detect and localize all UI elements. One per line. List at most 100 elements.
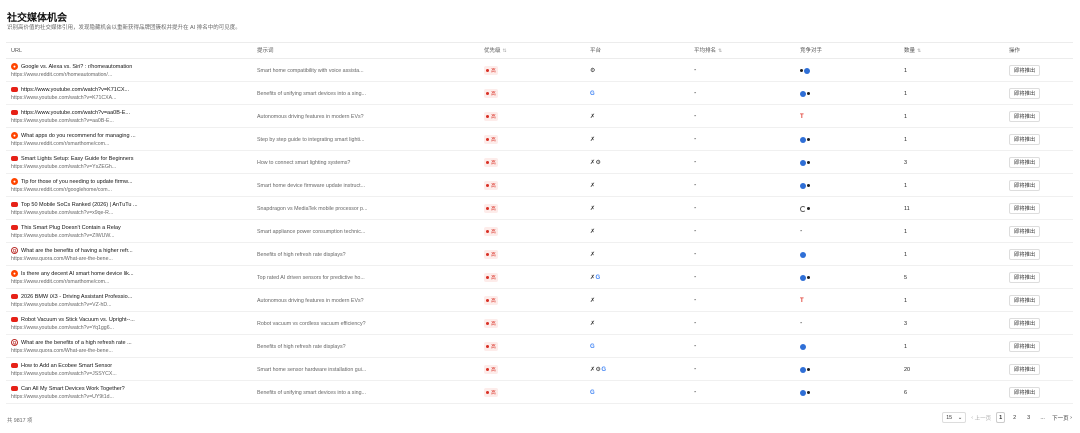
- url-cell[interactable]: ● Tip for those of you needing to update …: [11, 174, 251, 197]
- coming-soon-button[interactable]: 即将推出: [1009, 134, 1041, 145]
- table-row[interactable]: Robot Vacuum vs Stick Vacuum vs. Upright…: [6, 312, 1073, 335]
- table-row[interactable]: https://www.youtube.com/watch?v=aa0B-E..…: [6, 105, 1073, 128]
- table-row[interactable]: https://www.youtube.com/watch?v=K71CX...…: [6, 82, 1073, 105]
- coming-soon-button[interactable]: 即将推出: [1009, 88, 1041, 99]
- page-size-select[interactable]: 15 ⌄: [942, 412, 967, 423]
- coming-soon-button[interactable]: 即将推出: [1009, 295, 1041, 306]
- sort-icon[interactable]: ⇅: [917, 48, 921, 54]
- url-link[interactable]: https://www.youtube.com/watch?v=K71CXA..…: [11, 95, 116, 101]
- url-cell[interactable]: Top 50 Mobile SoCs Ranked (2026) | AnTuT…: [11, 197, 251, 220]
- coming-soon-button[interactable]: 即将推出: [1009, 341, 1041, 352]
- prev-page-button[interactable]: ‹ 上一页: [971, 412, 991, 423]
- url-cell[interactable]: https://www.youtube.com/watch?v=K71CX...…: [11, 82, 251, 105]
- count-cell: 1: [904, 174, 944, 197]
- page-button-2[interactable]: 2: [1010, 412, 1019, 423]
- count-cell: 6: [904, 381, 944, 404]
- url-title[interactable]: Tip for those of you needing to update f…: [21, 179, 132, 185]
- url-link[interactable]: https://www.reddit.com/r/smarthome/com..…: [11, 279, 109, 285]
- url-link[interactable]: https://www.youtube.com/watch?v=aa0B-E..…: [11, 118, 114, 124]
- url-link[interactable]: https://www.reddit.com/r/homeautomation/…: [11, 72, 112, 78]
- coming-soon-button[interactable]: 即将推出: [1009, 364, 1041, 375]
- url-cell[interactable]: ● What apps do you recommend for managing…: [11, 128, 251, 151]
- coming-soon-button[interactable]: 即将推出: [1009, 272, 1041, 283]
- url-cell[interactable]: https://www.youtube.com/watch?v=aa0B-E..…: [11, 105, 251, 128]
- priority-badge: 高: [484, 89, 498, 98]
- url-link[interactable]: https://www.reddit.com/r/googlehome/com.…: [11, 187, 112, 193]
- page-button-3[interactable]: 3: [1024, 412, 1033, 423]
- table-row[interactable]: ● Tip for those of you needing to update …: [6, 174, 1073, 197]
- url-link[interactable]: https://www.youtube.com/watch?v=UY9t1d..…: [11, 394, 114, 400]
- url-cell[interactable]: How to Add an Ecobee Smart Sensor https:/…: [11, 358, 251, 381]
- url-title[interactable]: https://www.youtube.com/watch?v=K71CX...: [21, 87, 129, 93]
- url-cell[interactable]: Q What are the benefits of a high refresh…: [11, 335, 251, 358]
- platform-cell: ✗: [590, 243, 650, 266]
- url-title[interactable]: What are the benefits of having a higher…: [21, 248, 133, 254]
- col-priority[interactable]: 优先级 ⇅: [484, 43, 507, 59]
- url-link[interactable]: https://www.youtube.com/watch?v=YsZEGh..…: [11, 164, 116, 170]
- url-link[interactable]: https://www.youtube.com/watch?v=Yq1gg6..…: [11, 325, 114, 331]
- coming-soon-button[interactable]: 即将推出: [1009, 226, 1041, 237]
- url-title[interactable]: Google vs. Alexa vs. Siri? : r/homeautom…: [21, 64, 132, 70]
- url-cell[interactable]: ● Google vs. Alexa vs. Siri? : r/homeauto…: [11, 59, 251, 82]
- sort-icon[interactable]: ⇅: [503, 48, 507, 54]
- priority-cell: 高: [484, 197, 544, 220]
- url-link[interactable]: https://www.quora.com/What-are-the-bene.…: [11, 348, 113, 354]
- table-row[interactable]: ● What apps do you recommend for managing…: [6, 128, 1073, 151]
- table-row[interactable]: ● Is there any decent AI smart home devic…: [6, 266, 1073, 289]
- url-link[interactable]: https://www.reddit.com/r/smarthome/com..…: [11, 141, 109, 147]
- url-cell[interactable]: Q What are the benefits of having a highe…: [11, 243, 251, 266]
- coming-soon-button[interactable]: 即将推出: [1009, 111, 1041, 122]
- url-title[interactable]: Is there any decent AI smart home device…: [21, 271, 134, 277]
- url-title[interactable]: Robot Vacuum vs Stick Vacuum vs. Upright…: [21, 317, 135, 323]
- table-row[interactable]: ● Google vs. Alexa vs. Siri? : r/homeauto…: [6, 59, 1073, 82]
- coming-soon-button[interactable]: 即将推出: [1009, 318, 1041, 329]
- url-link[interactable]: https://www.youtube.com/watch?v=VZ-hD...: [11, 302, 111, 308]
- url-title[interactable]: This Smart Plug Doesn't Contain a Relay: [21, 225, 121, 231]
- url-cell[interactable]: Robot Vacuum vs Stick Vacuum vs. Upright…: [11, 312, 251, 335]
- coming-soon-button[interactable]: 即将推出: [1009, 65, 1041, 76]
- url-link[interactable]: https://www.quora.com/What-are-the-bene.…: [11, 256, 113, 262]
- next-page-button[interactable]: 下一页 ›: [1052, 412, 1072, 423]
- url-title[interactable]: How to Add an Ecobee Smart Sensor: [21, 363, 112, 369]
- coming-soon-button[interactable]: 即将推出: [1009, 387, 1041, 398]
- coming-soon-button[interactable]: 即将推出: [1009, 203, 1041, 214]
- sort-icon[interactable]: ⇅: [718, 48, 722, 54]
- url-title[interactable]: What apps do you recommend for managing …: [21, 133, 136, 139]
- coming-soon-button[interactable]: 即将推出: [1009, 157, 1041, 168]
- url-cell[interactable]: Can All My Smart Devices Work Together? h…: [11, 381, 251, 404]
- coming-soon-button[interactable]: 即将推出: [1009, 249, 1041, 260]
- col-avg-rank[interactable]: 平均排名 ⇅: [694, 43, 722, 59]
- url-cell[interactable]: 2026 BMW iX3 - Driving Assistant Profess…: [11, 289, 251, 312]
- page-button-1[interactable]: 1: [996, 412, 1006, 423]
- url-cell[interactable]: ● Is there any decent AI smart home devic…: [11, 266, 251, 289]
- avg-rank: -: [694, 113, 697, 120]
- competitors-cell: T: [800, 105, 860, 128]
- url-cell[interactable]: Smart Lights Setup: Easy Guide for Begin…: [11, 151, 251, 174]
- url-cell[interactable]: This Smart Plug Doesn't Contain a Relay h…: [11, 220, 251, 243]
- url-link[interactable]: https://www.youtube.com/watch?v=ZIWUW...: [11, 233, 114, 239]
- table-row[interactable]: This Smart Plug Doesn't Contain a Relay h…: [6, 220, 1073, 243]
- url-link[interactable]: https://www.youtube.com/watch?v=x9qe-R..…: [11, 210, 113, 216]
- table-row[interactable]: Top 50 Mobile SoCs Ranked (2026) | AnTuT…: [6, 197, 1073, 220]
- url-title[interactable]: Top 50 Mobile SoCs Ranked (2026) | AnTuT…: [21, 202, 138, 208]
- table-row[interactable]: How to Add an Ecobee Smart Sensor https:/…: [6, 358, 1073, 381]
- col-count[interactable]: 数量 ⇅: [904, 43, 921, 59]
- table-row[interactable]: 2026 BMW iX3 - Driving Assistant Profess…: [6, 289, 1073, 312]
- competitor-icon: [807, 368, 810, 371]
- url-title[interactable]: https://www.youtube.com/watch?v=aa0B-E..…: [21, 110, 130, 116]
- actions-cell: 即将推出: [1009, 243, 1059, 266]
- table-row[interactable]: Smart Lights Setup: Easy Guide for Begin…: [6, 151, 1073, 174]
- prompt-cell: Smart home compatibility with voice assi…: [257, 59, 477, 82]
- coming-soon-button[interactable]: 即将推出: [1009, 180, 1041, 191]
- prompt-text: Autonomous driving features in modern EV…: [257, 113, 364, 120]
- table-row[interactable]: Can All My Smart Devices Work Together? h…: [6, 381, 1073, 404]
- url-title[interactable]: 2026 BMW iX3 - Driving Assistant Profess…: [21, 294, 132, 300]
- table-row[interactable]: Q What are the benefits of having a highe…: [6, 243, 1073, 266]
- actions-cell: 即将推出: [1009, 82, 1059, 105]
- url-link[interactable]: https://www.youtube.com/watch?v=JSSYCX..…: [11, 371, 117, 377]
- url-title[interactable]: Smart Lights Setup: Easy Guide for Begin…: [21, 156, 134, 162]
- url-title[interactable]: Can All My Smart Devices Work Together?: [21, 386, 125, 392]
- table-row[interactable]: Q What are the benefits of a high refresh…: [6, 335, 1073, 358]
- competitor-icon: [800, 274, 806, 281]
- url-title[interactable]: What are the benefits of a high refresh …: [21, 340, 132, 346]
